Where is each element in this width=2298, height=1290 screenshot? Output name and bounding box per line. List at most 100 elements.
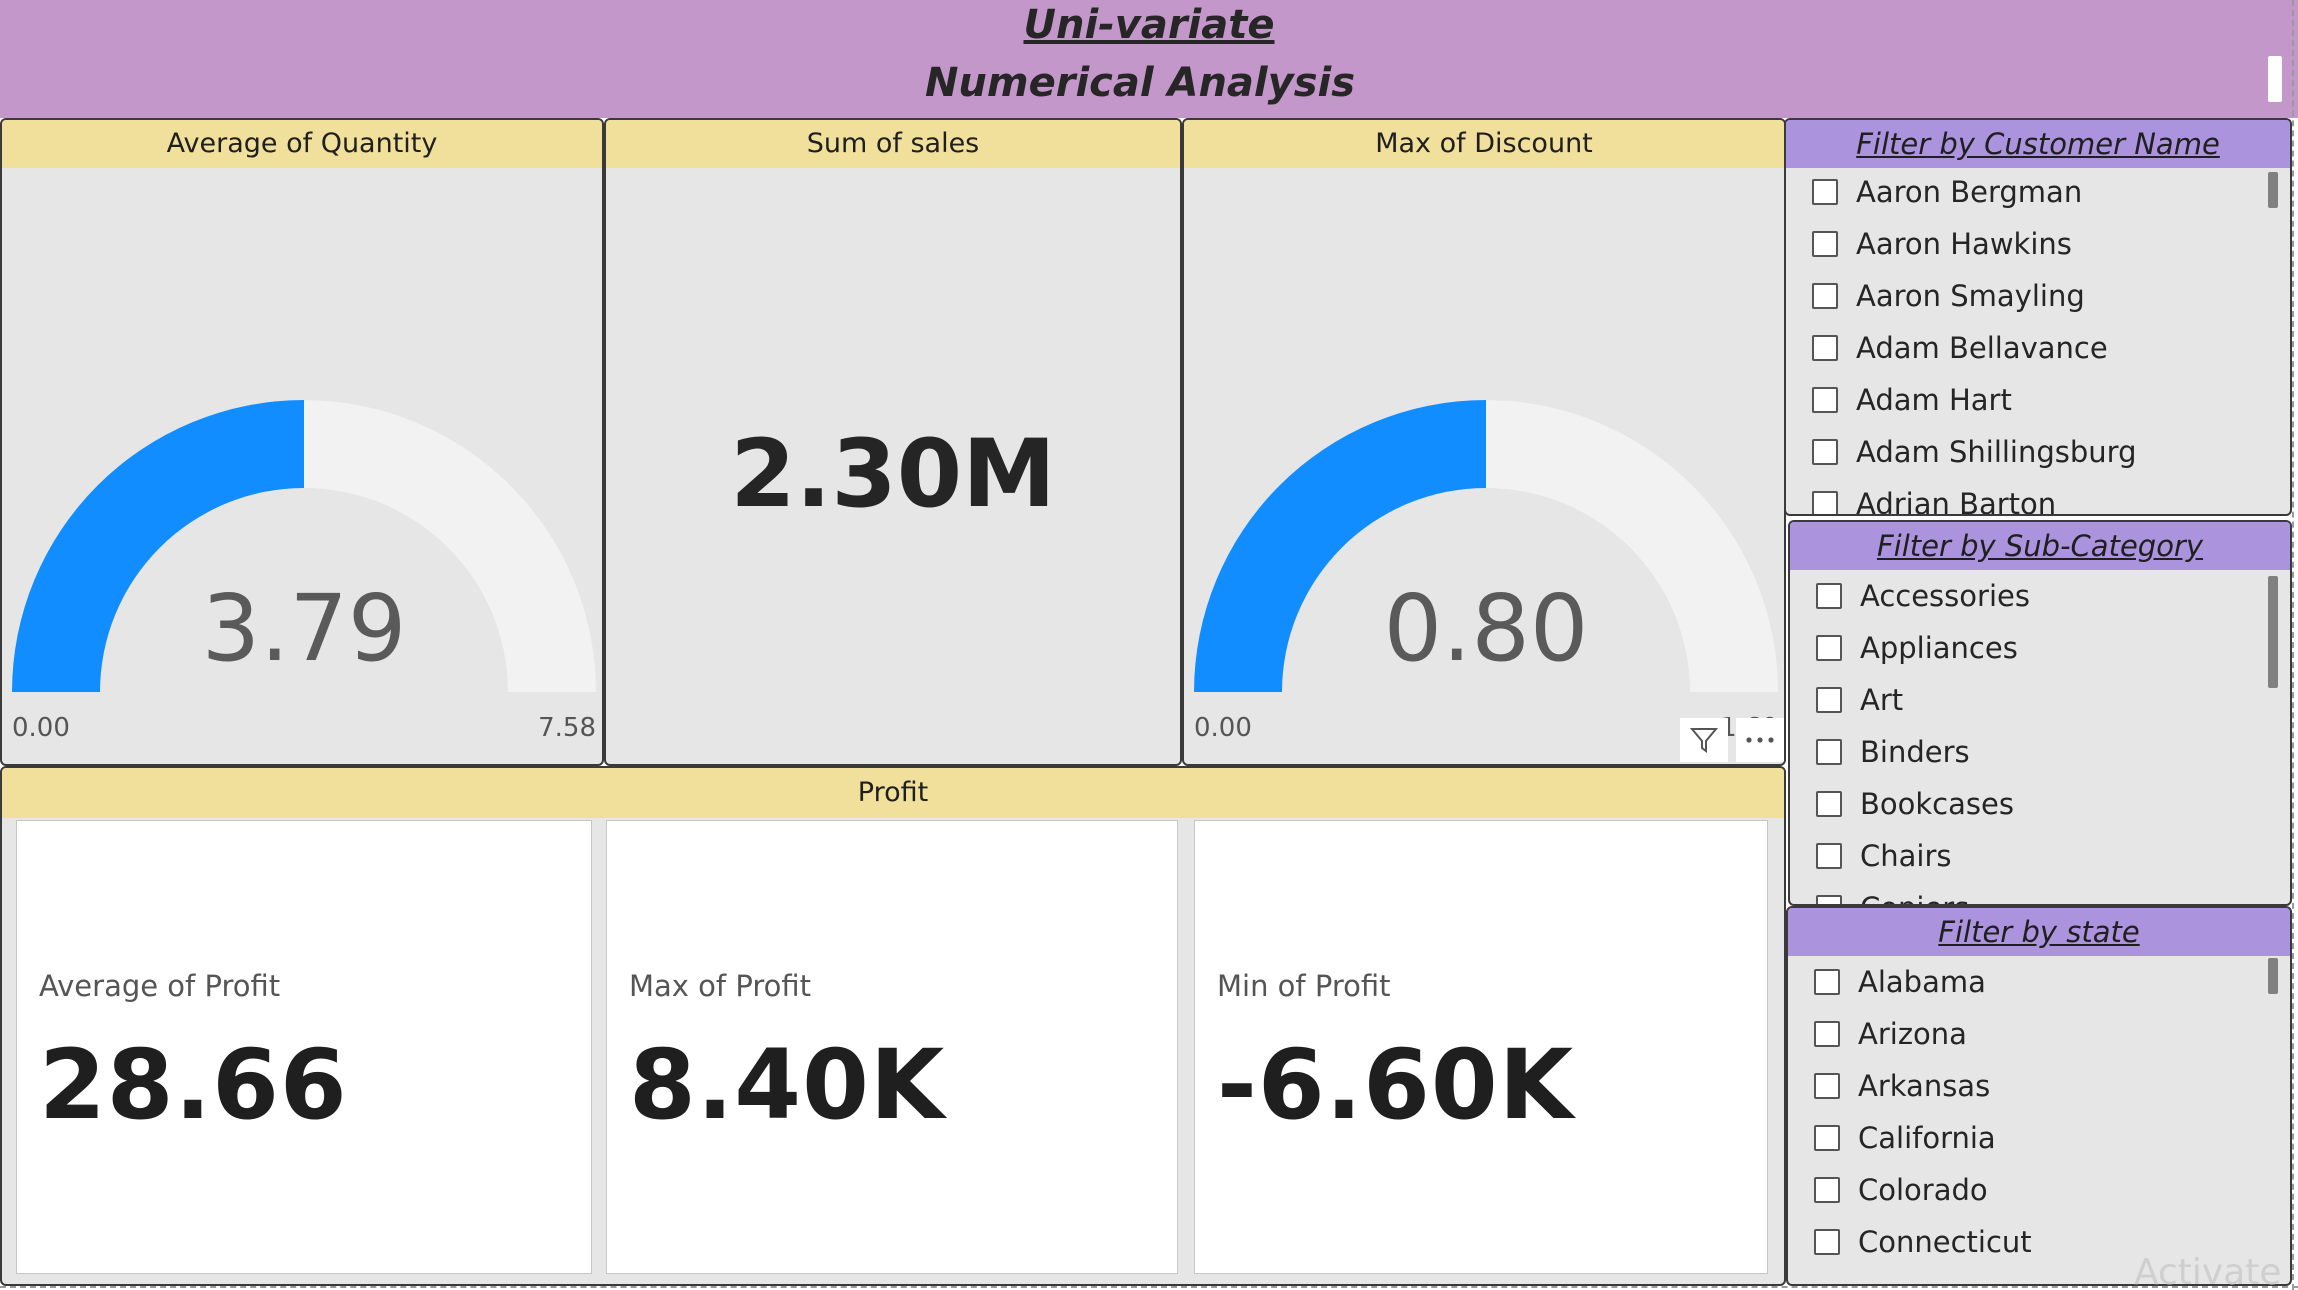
state-slicer[interactable]: Filter by state Alabama Arizona Arkansas… bbox=[1786, 906, 2292, 1286]
slicer-list[interactable]: Alabama Arizona Arkansas California Colo… bbox=[1788, 956, 2290, 1284]
checkbox[interactable] bbox=[1812, 231, 1838, 257]
kpi-label: Min of Profit bbox=[1217, 969, 1391, 1003]
slicer-item[interactable]: Arkansas bbox=[1814, 1066, 1990, 1106]
checkbox[interactable] bbox=[1816, 687, 1842, 713]
customer-name-slicer[interactable]: Filter by Customer Name Aaron Bergman Aa… bbox=[1784, 118, 2292, 516]
profit-section-title: Profit bbox=[2, 768, 1784, 818]
checkbox[interactable] bbox=[1812, 439, 1838, 465]
slicer-item[interactable]: Connecticut bbox=[1814, 1222, 2032, 1262]
slicer-item-label: Copiers bbox=[1860, 891, 1969, 904]
gauge-value: 0.80 bbox=[1384, 575, 1589, 682]
slicer-title: Filter by state bbox=[1788, 908, 2290, 956]
slicer-item[interactable]: Copiers bbox=[1816, 888, 1969, 904]
slicer-item-label: California bbox=[1858, 1121, 1996, 1155]
kpi-value: -6.60K bbox=[1217, 1029, 1575, 1141]
kpi-label: Average of Profit bbox=[39, 969, 281, 1003]
checkbox[interactable] bbox=[1816, 895, 1842, 904]
slicer-item-label: Aaron Smayling bbox=[1856, 279, 2085, 313]
profit-section: Profit Average of Profit 28.66 Max of Pr… bbox=[0, 766, 1786, 1286]
slicer-item-label: Connecticut bbox=[1858, 1225, 2032, 1259]
checkbox[interactable] bbox=[1814, 969, 1840, 995]
checkbox[interactable] bbox=[1816, 739, 1842, 765]
checkbox[interactable] bbox=[1812, 179, 1838, 205]
filter-icon[interactable] bbox=[1680, 718, 1728, 762]
checkbox[interactable] bbox=[1814, 1073, 1840, 1099]
slicer-item-label: Aaron Bergman bbox=[1856, 175, 2083, 209]
checkbox[interactable] bbox=[1816, 583, 1842, 609]
slicer-item[interactable]: Chairs bbox=[1816, 836, 1952, 876]
slicer-item[interactable]: Aaron Smayling bbox=[1812, 276, 2085, 316]
checkbox[interactable] bbox=[1814, 1229, 1840, 1255]
slicer-item-label: Chairs bbox=[1860, 839, 1952, 873]
activate-watermark: Activate bbox=[2134, 1252, 2282, 1290]
slicer-item[interactable]: Adam Shillingsburg bbox=[1812, 432, 2137, 472]
checkbox[interactable] bbox=[1812, 283, 1838, 309]
slicer-title: Filter by Customer Name bbox=[1786, 120, 2290, 168]
slicer-scrollbar[interactable] bbox=[2268, 576, 2278, 688]
checkbox[interactable] bbox=[1814, 1177, 1840, 1203]
slicer-item-label: Art bbox=[1860, 683, 1904, 717]
checkbox[interactable] bbox=[1814, 1021, 1840, 1047]
gauge-min-label: 0.00 bbox=[12, 713, 70, 743]
card-title: Sum of sales bbox=[606, 120, 1180, 168]
slicer-item[interactable]: California bbox=[1814, 1118, 1996, 1158]
checkbox[interactable] bbox=[1812, 387, 1838, 413]
slicer-item[interactable]: Alabama bbox=[1814, 962, 1986, 1002]
slicer-item[interactable]: Aaron Bergman bbox=[1812, 172, 2082, 212]
slicer-item[interactable]: Binders bbox=[1816, 732, 1970, 772]
kpi-value: 28.66 bbox=[39, 1029, 348, 1141]
sum-of-sales-value: 2.30M bbox=[730, 420, 1056, 529]
slicer-item-label: Adam Hart bbox=[1856, 383, 2012, 417]
max-discount-card[interactable]: Max of Discount 0.80 0.00 1.60 bbox=[1182, 118, 1786, 766]
slicer-item[interactable]: Bookcases bbox=[1816, 784, 2014, 824]
more-options-icon[interactable] bbox=[1736, 718, 1784, 762]
checkbox[interactable] bbox=[1816, 791, 1842, 817]
slicer-item[interactable]: Adam Hart bbox=[1812, 380, 2012, 420]
slicer-list[interactable]: Aaron Bergman Aaron Hawkins Aaron Smayli… bbox=[1786, 168, 2290, 514]
slicer-item[interactable]: Arizona bbox=[1814, 1014, 1967, 1054]
max-profit-card[interactable]: Max of Profit 8.40K bbox=[606, 820, 1178, 1274]
slicer-item[interactable]: Aaron Hawkins bbox=[1812, 224, 2072, 264]
sub-category-slicer[interactable]: Filter by Sub-Category Accessories Appli… bbox=[1788, 520, 2292, 906]
slicer-item-label: Adam Shillingsburg bbox=[1856, 435, 2137, 469]
avg-quantity-gauge: 3.79 0.00 7.58 bbox=[12, 400, 596, 743]
slicer-item[interactable]: Art bbox=[1816, 680, 1903, 720]
checkbox[interactable] bbox=[1812, 335, 1838, 361]
slicer-item[interactable]: Adam Bellavance bbox=[1812, 328, 2108, 368]
slicer-item-label: Bookcases bbox=[1860, 787, 2014, 821]
slicer-list[interactable]: Accessories Appliances Art Binders Bookc… bbox=[1790, 570, 2290, 904]
card-title: Max of Discount bbox=[1184, 120, 1784, 168]
page-right-border bbox=[2292, 0, 2294, 1290]
checkbox[interactable] bbox=[1812, 491, 1838, 514]
sum-of-sales-card[interactable]: Sum of sales 2.30M bbox=[604, 118, 1182, 766]
max-discount-gauge: 0.80 0.00 1.60 bbox=[1194, 400, 1778, 743]
slicer-title: Filter by Sub-Category bbox=[1790, 522, 2290, 570]
card-title: Average of Quantity bbox=[2, 120, 602, 168]
slicer-scrollbar[interactable] bbox=[2268, 172, 2278, 208]
slicer-item-label: Accessories bbox=[1860, 579, 2030, 613]
report-title: Uni-variate bbox=[1023, 2, 1275, 48]
slicer-item-label: Adam Bellavance bbox=[1856, 331, 2108, 365]
checkbox[interactable] bbox=[1816, 635, 1842, 661]
gauge-min-label: 0.00 bbox=[1194, 713, 1252, 743]
slicer-item-label: Aaron Hawkins bbox=[1856, 227, 2072, 261]
kpi-label: Max of Profit bbox=[629, 969, 811, 1003]
header-scrollbar[interactable] bbox=[2268, 56, 2282, 102]
slicer-item[interactable]: Appliances bbox=[1816, 628, 2018, 668]
slicer-item[interactable]: Adrian Barton bbox=[1812, 484, 2056, 514]
min-profit-card[interactable]: Min of Profit -6.60K bbox=[1194, 820, 1768, 1274]
report-subtitle: Numerical Analysis bbox=[924, 60, 1356, 106]
gauge-value: 3.79 bbox=[202, 575, 407, 682]
checkbox[interactable] bbox=[1814, 1125, 1840, 1151]
slicer-item[interactable]: Colorado bbox=[1814, 1170, 1988, 1210]
slicer-item-label: Colorado bbox=[1858, 1173, 1988, 1207]
slicer-item[interactable]: Accessories bbox=[1816, 576, 2030, 616]
slicer-scrollbar[interactable] bbox=[2268, 958, 2278, 994]
slicer-item-label: Alabama bbox=[1858, 965, 1986, 999]
report-header: Uni-variate Numerical Analysis bbox=[0, 0, 2298, 118]
gauge-max-label: 7.58 bbox=[538, 713, 596, 743]
average-profit-card[interactable]: Average of Profit 28.66 bbox=[16, 820, 592, 1274]
report-canvas: Uni-variate Numerical Analysis Average o… bbox=[0, 0, 2298, 1290]
checkbox[interactable] bbox=[1816, 843, 1842, 869]
avg-quantity-card[interactable]: Average of Quantity 3.79 0.00 7.58 bbox=[0, 118, 604, 766]
